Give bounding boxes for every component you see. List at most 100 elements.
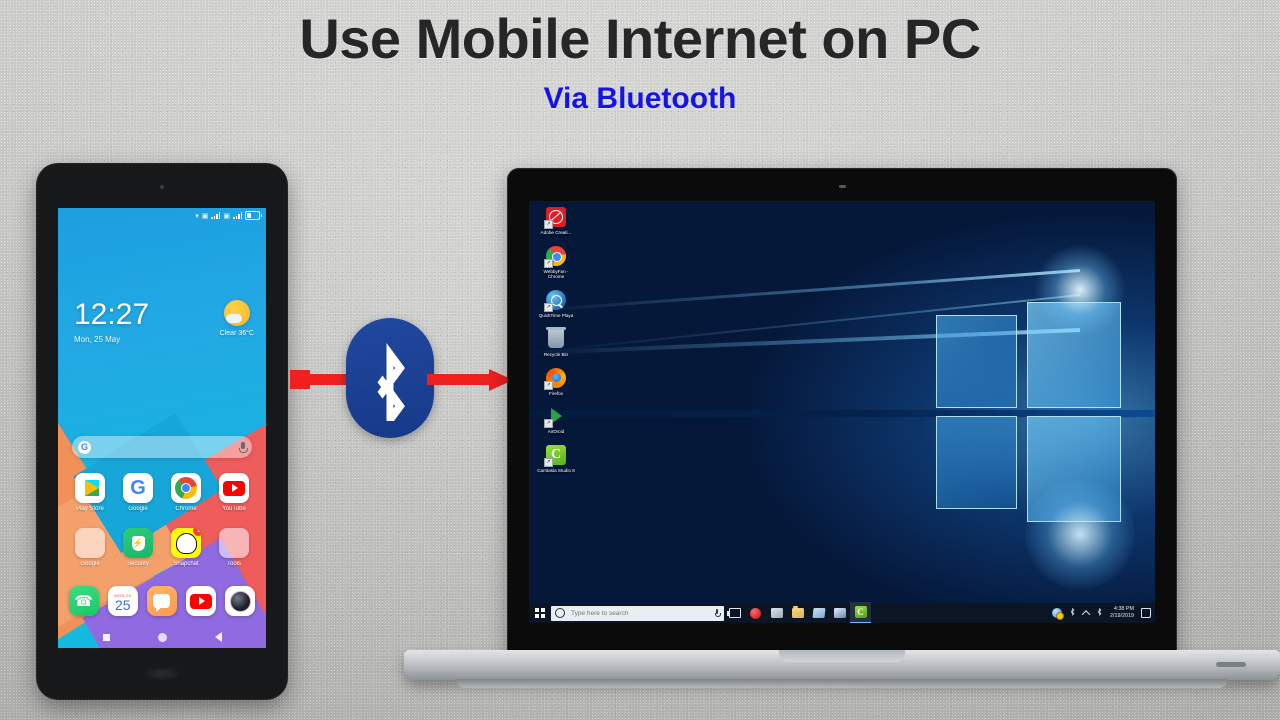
play-store-icon — [75, 473, 105, 503]
google-search-bar[interactable]: G — [72, 436, 252, 458]
desktop-icon-label: Firefox — [548, 390, 564, 396]
system-tray: 4:38 PM 2/19/2019 — [1052, 603, 1155, 623]
wallpaper-glow-spot — [1034, 244, 1125, 335]
signal-icon — [211, 212, 221, 219]
sim1-icon: ▣ — [201, 212, 209, 220]
taskbar-clock[interactable]: 4:38 PM 2/19/2019 — [1110, 606, 1134, 621]
folder-icon — [75, 528, 105, 558]
phone-front-camera-icon — [160, 185, 164, 189]
clock-date: 2/19/2019 — [1110, 613, 1134, 619]
search-input[interactable] — [551, 605, 724, 621]
wifi-icon: ▾ — [195, 212, 199, 220]
action-center-icon[interactable] — [1141, 608, 1151, 618]
microphone-icon[interactable] — [239, 441, 248, 453]
chrome-icon — [171, 473, 201, 503]
clock-time: 4:38 PM — [1113, 605, 1134, 612]
taskbar-search-field[interactable] — [569, 608, 693, 618]
desktop-icon-label: QuickTime Playa — [538, 313, 574, 319]
page-subtitle: Via Bluetooth — [543, 82, 737, 115]
camtasia-icon[interactable]: C — [850, 602, 871, 623]
lockscreen-clock-widget: 12:27 Mon, 25 May — [74, 298, 150, 345]
app-youtube[interactable]: YouTube — [214, 473, 254, 512]
cortana-circle-icon — [555, 608, 565, 618]
quicktime-player-icon: ↗ — [544, 289, 567, 313]
phone-speaker — [145, 667, 179, 680]
windows-start-icon[interactable] — [529, 603, 551, 623]
youtube-icon — [219, 473, 249, 503]
app-row-2: Google ⚡ Security 1 Snapchat Tools — [66, 528, 258, 567]
webcam-icon — [839, 185, 846, 188]
wallpaper-window-pane — [935, 416, 1018, 510]
document-icon[interactable] — [808, 603, 829, 623]
calendar-icon[interactable]: MON 25 25 — [107, 586, 138, 616]
firefox-icon: ↗ — [544, 367, 567, 390]
triangle-back-icon[interactable] — [214, 632, 222, 642]
chevron-up-icon[interactable] — [1081, 610, 1091, 619]
mail-icon[interactable] — [829, 603, 850, 623]
laptop-screen: ↗ Adobe Creati... ↗ WebbyFan - Chrome ↗ … — [529, 201, 1155, 623]
desktop-icons: ↗ Adobe Creati... ↗ WebbyFan - Chrome ↗ … — [535, 206, 577, 483]
notification-badge: 1 — [193, 528, 201, 536]
bluetooth-icon[interactable] — [1096, 608, 1103, 618]
desktop-icon-airdroid[interactable]: ↗ AirDroid — [535, 405, 577, 435]
app-play-store[interactable]: Play Store — [70, 473, 110, 512]
desktop-icon-label: Camtasia Studio 8 — [537, 468, 575, 474]
desktop-icon-label: WebbyFan - Chrome — [543, 268, 569, 280]
airdroid-icon: ↗ — [544, 405, 567, 429]
shortcut-arrow-icon: ↗ — [544, 380, 553, 390]
weather-text: Clear 36°C — [219, 330, 254, 337]
folder-icon[interactable] — [787, 603, 808, 623]
chrome-shortcut-icon: ↗ — [544, 245, 567, 268]
android-navigation-bar — [58, 628, 266, 646]
app-security[interactable]: ⚡ Security — [118, 528, 158, 567]
desktop-icon-firefox[interactable]: ↗ Firefox — [535, 367, 577, 397]
app-folder-tools[interactable]: Tools — [214, 528, 254, 567]
microphone-icon[interactable] — [715, 609, 721, 617]
bluetooth-icon[interactable] — [1069, 608, 1076, 618]
windows-taskbar: C 4:38 PM 2/19/2019 — [529, 602, 1155, 623]
shortcut-arrow-icon: ↗ — [544, 458, 553, 468]
phone-screen: ▾ ▣ ▣ 12:27 Mon, 25 May Clear 36°C G Pla… — [58, 208, 266, 648]
shortcut-arrow-icon: ↗ — [544, 419, 553, 429]
desktop-icon-adobe-creative-cloud[interactable]: ↗ Adobe Creati... — [535, 206, 577, 236]
laptop-port — [1216, 662, 1246, 667]
phone-status-bar: ▾ ▣ ▣ — [58, 208, 266, 223]
app-label: YouTube — [222, 506, 246, 512]
smartphone-device: ▾ ▣ ▣ 12:27 Mon, 25 May Clear 36°C G Pla… — [36, 163, 288, 700]
calendar-day: 25 — [114, 596, 131, 613]
desktop-icon-recycle-bin[interactable]: Recycle Bin — [535, 327, 577, 358]
youtube-icon[interactable] — [186, 586, 217, 616]
app-snapchat[interactable]: 1 Snapchat — [166, 528, 206, 567]
desktop-icon-webbyfan-chrome[interactable]: ↗ WebbyFan - Chrome — [535, 245, 577, 280]
clock-time: 12:27 — [74, 298, 150, 331]
square-icon[interactable] — [102, 633, 110, 641]
camtasia-studio-icon: C ↗ — [544, 444, 567, 468]
app-label: Snapchat — [173, 561, 199, 567]
store-icon[interactable] — [766, 603, 787, 623]
network-warning-icon[interactable] — [1052, 608, 1065, 620]
shortcut-arrow-icon: ↗ — [544, 220, 553, 229]
task-view-icon[interactable] — [724, 603, 745, 623]
app-folder-google[interactable]: Google — [70, 528, 110, 567]
signal-icon — [233, 212, 242, 219]
security-shield-icon: ⚡ — [123, 528, 153, 558]
messages-icon[interactable] — [146, 586, 177, 616]
camera-icon[interactable] — [225, 586, 256, 616]
sim2-icon: ▣ — [223, 212, 230, 220]
app-chrome[interactable]: Chrome — [166, 473, 206, 512]
shortcut-arrow-icon: ↗ — [544, 258, 553, 268]
laptop-foot — [456, 679, 1228, 688]
desktop-icon-label: Recycle Bin — [543, 351, 569, 357]
desktop-icon-quicktime-player[interactable]: ↗ QuickTime Playa — [535, 289, 577, 319]
app-label: Google — [80, 561, 100, 567]
phone-icon[interactable]: ☎ — [68, 586, 99, 616]
laptop-base-notch — [779, 650, 905, 662]
app-row-1: Play Store G Google Chrome YouTube — [66, 473, 258, 512]
weather-widget[interactable]: Clear 36°C — [220, 300, 254, 337]
desktop-icon-camtasia-studio[interactable]: C ↗ Camtasia Studio 8 — [535, 444, 577, 474]
app-label: Google — [128, 506, 148, 512]
folder-icon — [219, 528, 249, 558]
app-google[interactable]: G Google — [118, 473, 158, 512]
circle-icon[interactable] — [157, 632, 167, 642]
record-icon[interactable] — [745, 603, 766, 623]
